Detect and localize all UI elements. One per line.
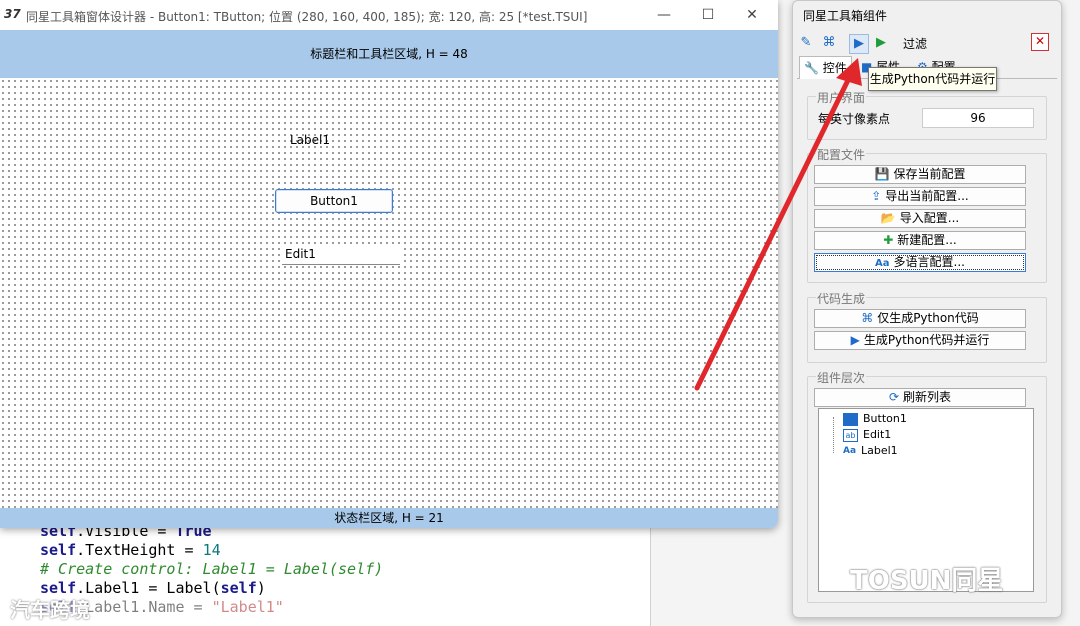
arrow-shaft [694,69,855,391]
tosun-watermark: TOSUN同星 [850,566,1004,596]
arrow-head [836,58,862,86]
blog-watermark: 汽车跨境 [10,598,90,622]
annotation-arrow [694,58,862,391]
